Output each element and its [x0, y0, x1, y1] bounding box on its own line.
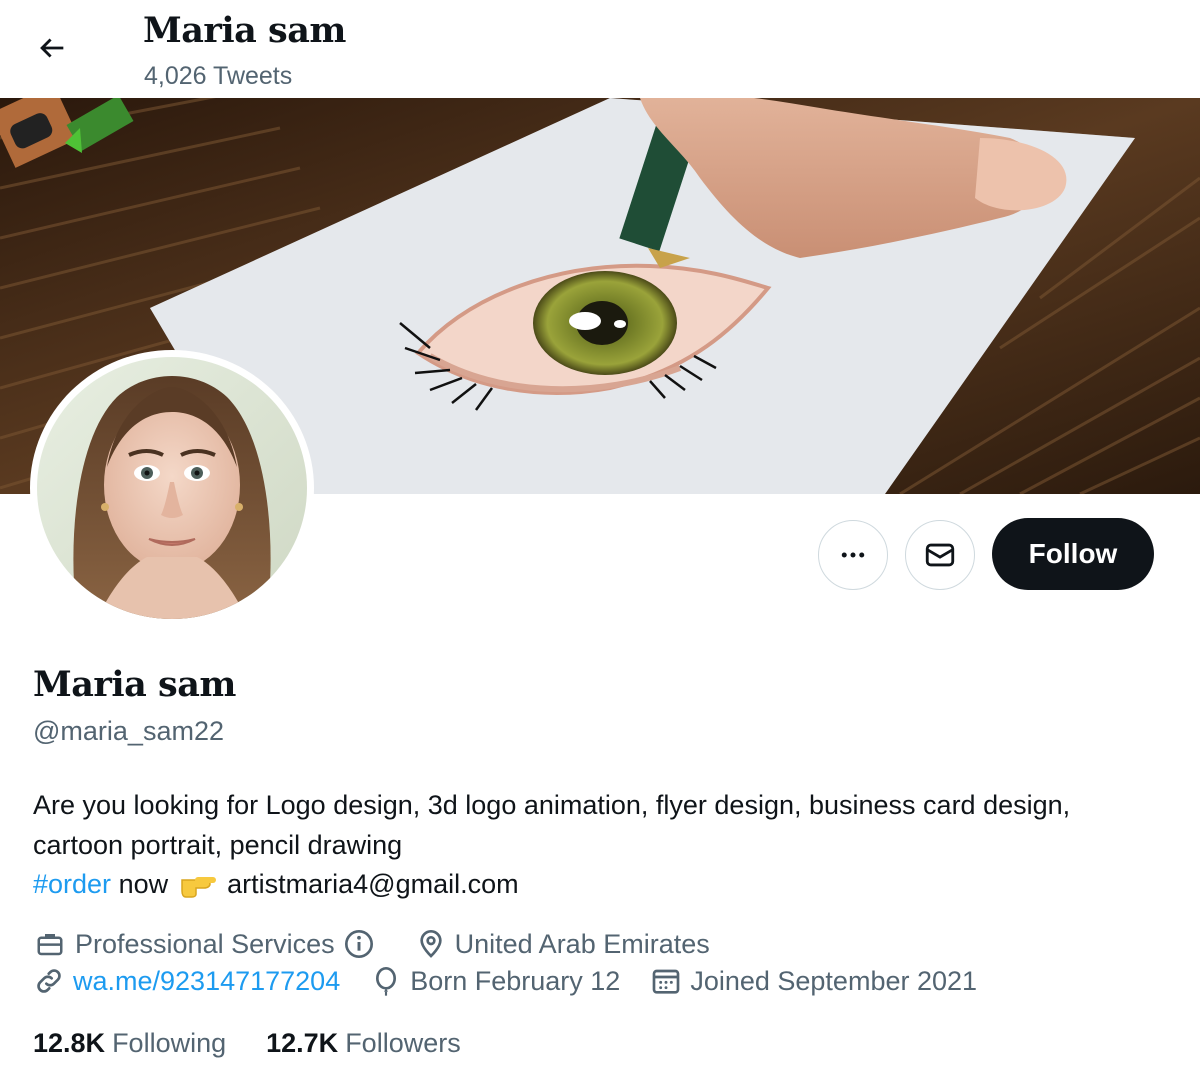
- envelope-icon: [925, 543, 955, 567]
- more-dots-icon: [841, 552, 865, 558]
- following-label: Following: [112, 1028, 227, 1058]
- joined-text: Joined September 2021: [690, 965, 978, 996]
- category-item: Professional Services: [33, 928, 415, 960]
- bio-email: artistmaria4@gmail.com: [227, 869, 519, 899]
- category-text: Professional Services: [75, 928, 335, 959]
- link-icon: [37, 969, 61, 993]
- birthday-item: Born February 12: [370, 965, 620, 997]
- profile-meta-row-1: Professional Services United Arab Emirat…: [33, 928, 710, 960]
- pointing-hand-icon: [180, 870, 216, 910]
- header-title: Maria sam: [143, 10, 346, 51]
- following-count: 12.8K: [33, 1028, 106, 1058]
- back-button[interactable]: [28, 28, 76, 68]
- location-text: United Arab Emirates: [454, 928, 710, 959]
- calendar-icon: [652, 969, 680, 994]
- bio-contact-line: #order now artistmaria4@gmail.com: [33, 865, 1163, 910]
- info-icon[interactable]: [343, 928, 375, 960]
- location-pin-icon: [419, 930, 442, 958]
- profile-handle: @maria_sam22: [33, 716, 224, 746]
- message-button[interactable]: [905, 520, 975, 590]
- bio-text: Are you looking for Logo design, 3d logo…: [33, 790, 1071, 860]
- avatar-image: [37, 357, 307, 619]
- hashtag-link[interactable]: #order: [33, 869, 111, 899]
- birthday-text: Born February 12: [410, 965, 621, 996]
- balloon-icon: [376, 967, 397, 996]
- profile-bio: Are you looking for Logo design, 3d logo…: [33, 786, 1163, 910]
- bio-now-text: now: [118, 869, 169, 899]
- followers-label: Followers: [345, 1028, 461, 1058]
- website-item: wa.me/923147177204: [33, 965, 340, 997]
- more-options-button[interactable]: [818, 520, 888, 590]
- profile-header: Maria sam 4,026 Tweets: [0, 0, 1200, 98]
- follow-stats: 12.8K Following 12.7K Followers: [33, 1028, 461, 1059]
- location-item: United Arab Emirates: [415, 928, 710, 960]
- profile-name: Maria sam: [33, 664, 236, 705]
- arrow-left-icon: [40, 38, 64, 58]
- joined-item: Joined September 2021: [650, 965, 977, 997]
- avatar[interactable]: [30, 350, 314, 626]
- tweet-count: 4,026 Tweets: [144, 62, 293, 90]
- followers-count: 12.7K: [266, 1028, 339, 1058]
- followers-link[interactable]: 12.7K Followers: [266, 1028, 461, 1059]
- website-link[interactable]: wa.me/923147177204: [73, 966, 340, 997]
- following-link[interactable]: 12.8K Following: [33, 1028, 226, 1059]
- briefcase-icon: [37, 934, 63, 956]
- profile-meta-row-2: wa.me/923147177204 Born February 12 Join…: [33, 965, 977, 997]
- follow-button[interactable]: Follow: [992, 518, 1154, 590]
